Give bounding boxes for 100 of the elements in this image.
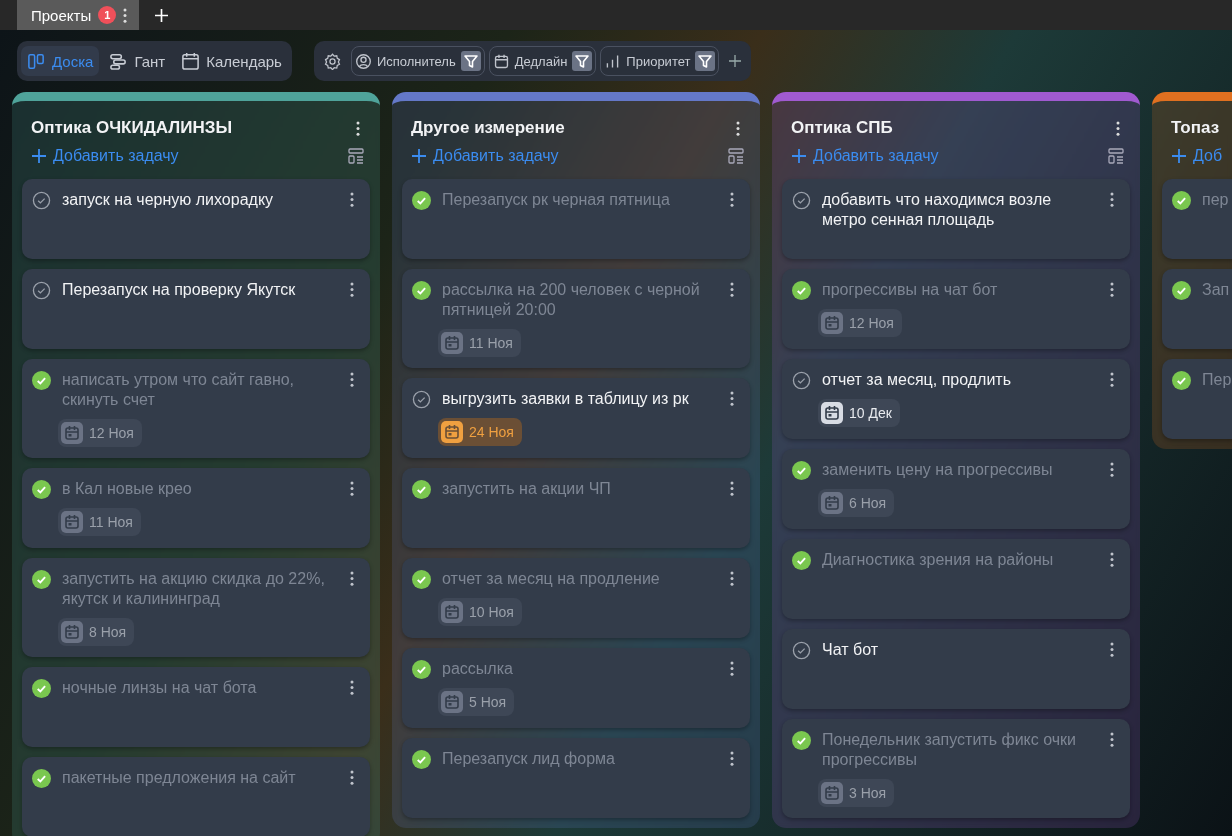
task-card[interactable]: Перезапуск лид форма — [402, 738, 750, 818]
filter-icon[interactable] — [572, 51, 593, 71]
due-date-badge: 10 Ноя — [438, 598, 522, 626]
more-icon[interactable] — [350, 282, 354, 297]
task-title: запуск на черную лихорадку — [62, 190, 275, 210]
check-icon[interactable] — [412, 191, 431, 210]
check-icon[interactable] — [1172, 371, 1191, 390]
check-circle-icon[interactable] — [32, 281, 51, 300]
more-icon[interactable] — [730, 192, 734, 207]
task-card[interactable]: пер — [1162, 179, 1232, 259]
check-icon[interactable] — [32, 570, 51, 589]
check-icon[interactable] — [1172, 191, 1191, 210]
more-icon[interactable] — [1110, 552, 1114, 567]
task-title: пакетные предложения на сайт — [62, 768, 297, 788]
check-icon[interactable] — [412, 570, 431, 589]
filter-chip[interactable]: Дедлайн — [488, 46, 597, 76]
check-icon[interactable] — [412, 281, 431, 300]
more-icon[interactable] — [1110, 732, 1114, 747]
task-card[interactable]: Перезапуск на проверку Якутск — [22, 269, 370, 349]
settings-icon[interactable] — [323, 52, 341, 70]
check-circle-icon[interactable] — [792, 371, 811, 390]
more-icon[interactable] — [730, 481, 734, 496]
task-card[interactable]: запуск на черную лихорадку — [22, 179, 370, 259]
more-icon[interactable] — [350, 481, 354, 496]
check-icon[interactable] — [792, 551, 811, 570]
more-icon[interactable] — [730, 391, 734, 406]
task-card[interactable]: ночные линзы на чат бота — [22, 667, 370, 747]
task-card[interactable]: в Кал новые крео 11 Ноя — [22, 468, 370, 548]
more-icon[interactable] — [350, 192, 354, 207]
check-circle-icon[interactable] — [412, 390, 431, 409]
more-icon[interactable] — [1110, 642, 1114, 657]
task-card[interactable]: Диагностика зрения на районы — [782, 539, 1130, 619]
more-icon[interactable] — [730, 282, 734, 297]
more-icon[interactable] — [730, 661, 734, 676]
layout-icon[interactable] — [348, 148, 364, 164]
more-icon[interactable] — [350, 372, 354, 387]
filter-icon[interactable] — [695, 51, 716, 71]
task-card[interactable]: прогрессивы на чат бот 12 Ноя — [782, 269, 1130, 349]
more-icon[interactable] — [730, 751, 734, 766]
add-task-link[interactable]: Доб — [1172, 147, 1223, 165]
check-icon[interactable] — [792, 731, 811, 750]
more-icon[interactable] — [350, 770, 354, 785]
task-card[interactable]: пакетные предложения на сайт — [22, 757, 370, 836]
task-card[interactable]: Понедельник запустить фикс очки прогрессивы 3 Ноя — [782, 719, 1130, 818]
task-card[interactable]: рассылка 5 Ноя — [402, 648, 750, 728]
check-icon[interactable] — [412, 750, 431, 769]
more-icon[interactable] — [1116, 120, 1120, 136]
task-card[interactable]: рассылка на 200 человек с черной пятницей 20:00 11 Ноя — [402, 269, 750, 368]
task-card[interactable]: отчет за месяц, продлить 10 Дек — [782, 359, 1130, 439]
task-card[interactable]: отчет за месяц на продление 10 Ноя — [402, 558, 750, 638]
more-icon[interactable] — [1110, 372, 1114, 387]
due-date-badge: 5 Ноя — [438, 688, 515, 716]
check-icon[interactable] — [792, 281, 811, 300]
view-tab[interactable]: Доска — [21, 46, 100, 76]
add-filter-icon[interactable] — [729, 55, 742, 67]
more-icon[interactable] — [736, 120, 740, 136]
check-icon[interactable] — [32, 480, 51, 499]
add-task-link[interactable]: Добавить задачу — [412, 147, 559, 165]
filter-chip[interactable]: Приоритет — [600, 46, 720, 76]
more-icon[interactable] — [730, 571, 734, 586]
check-icon[interactable] — [412, 480, 431, 499]
project-tab[interactable]: Проекты 1 — [17, 0, 140, 30]
task-card[interactable]: выгрузить заявки в таблицу из рк 24 Ноя — [402, 378, 750, 458]
check-icon[interactable] — [32, 769, 51, 788]
more-icon[interactable] — [1110, 192, 1114, 207]
layout-icon[interactable] — [728, 148, 744, 164]
more-icon[interactable] — [356, 120, 360, 136]
add-task-link[interactable]: Добавить задачу — [792, 147, 939, 165]
view-tab[interactable]: Гант — [103, 46, 172, 76]
task-card[interactable]: Перезапуск рк черная пятница — [402, 179, 750, 259]
filter-label: Дедлайн — [514, 53, 568, 69]
view-tab[interactable]: Календарь — [175, 46, 288, 76]
more-icon[interactable] — [1110, 282, 1114, 297]
task-card[interactable]: запустить на акцию скидка до 22%, якутск и калининград 8 Ноя — [22, 558, 370, 657]
filter-chip[interactable]: Исполнитель — [350, 46, 485, 76]
more-icon[interactable] — [350, 680, 354, 695]
task-card[interactable]: написать утром что сайт гавно, скинуть счет 12 Ноя — [22, 359, 370, 458]
add-task-link[interactable]: Добавить задачу — [32, 147, 179, 165]
task-card[interactable]: добавить что находимся возле метро сенная площадь — [782, 179, 1130, 259]
filter-icon[interactable] — [460, 51, 481, 71]
check-icon[interactable] — [1172, 281, 1191, 300]
add-tab-icon[interactable] — [155, 8, 169, 22]
task-card[interactable]: Зап — [1162, 269, 1232, 349]
more-icon[interactable] — [1110, 462, 1114, 477]
check-icon[interactable] — [32, 679, 51, 698]
calendar-icon — [61, 422, 83, 444]
check-icon[interactable] — [412, 660, 431, 679]
check-icon[interactable] — [792, 461, 811, 480]
calendar-icon — [441, 691, 463, 713]
check-circle-icon[interactable] — [792, 641, 811, 660]
layout-icon[interactable] — [1108, 148, 1124, 164]
check-circle-icon[interactable] — [32, 191, 51, 210]
task-card[interactable]: Чат бот — [782, 629, 1130, 709]
task-card[interactable]: заменить цену на прогрессивы 6 Ноя — [782, 449, 1130, 529]
task-card[interactable]: запустить на акции ЧП — [402, 468, 750, 548]
more-icon[interactable] — [350, 571, 354, 586]
check-icon[interactable] — [32, 371, 51, 390]
more-icon[interactable] — [123, 7, 128, 23]
task-card[interactable]: Пер — [1162, 359, 1232, 439]
check-circle-icon[interactable] — [792, 191, 811, 210]
